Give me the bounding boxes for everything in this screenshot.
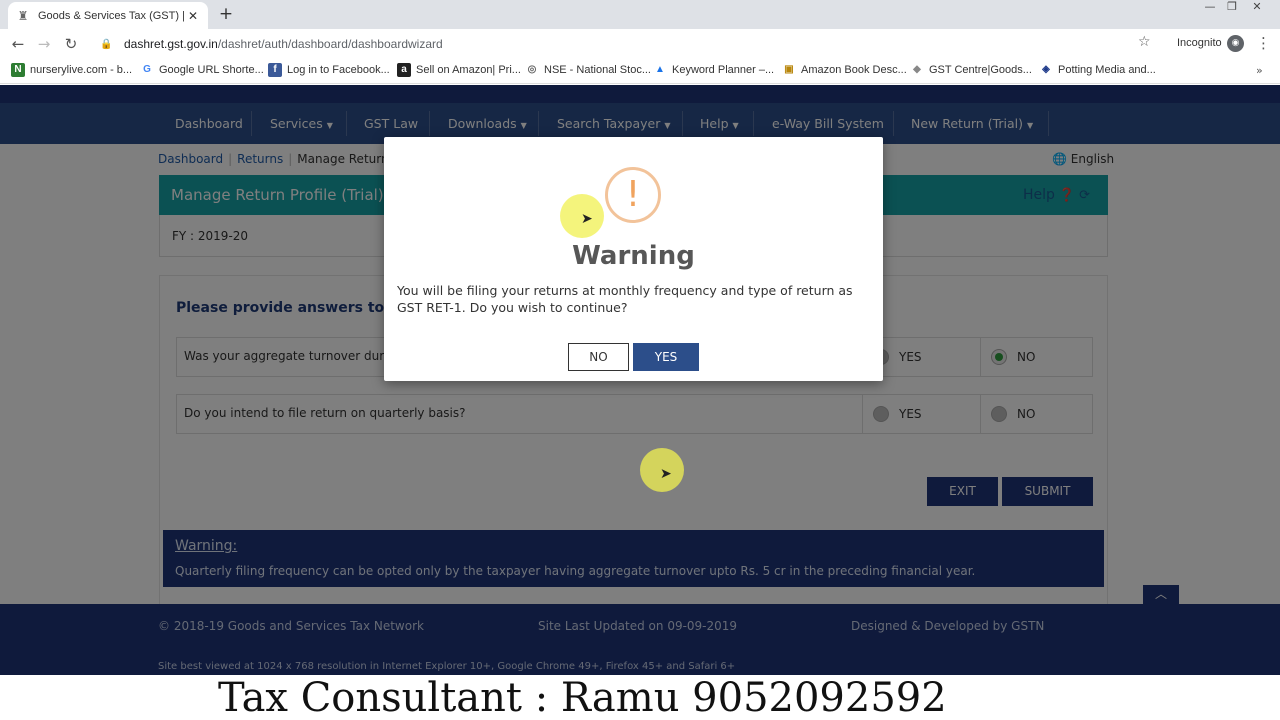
book-icon: ▣ <box>782 63 796 77</box>
restore-icon[interactable]: ❐ <box>1221 0 1243 16</box>
dialog-title: Warning <box>572 241 695 271</box>
banner-text: Tax Consultant : Ramu 9052092592 <box>218 675 947 720</box>
url-host: dashret.gst.gov.in <box>124 37 218 51</box>
bookmark-item[interactable]: Nnurserylive.com - b... <box>11 63 132 77</box>
more-bookmarks-icon[interactable]: » <box>1256 64 1263 77</box>
browser-tab[interactable]: ♜ Goods & Services Tax (GST) | User Dash… <box>8 2 208 29</box>
address-bar[interactable]: 🔒 dashret.gst.gov.in/dashret/auth/dashbo… <box>92 33 1162 55</box>
back-icon[interactable]: ← <box>7 34 29 54</box>
url-text: dashret.gst.gov.in/dashret/auth/dashboar… <box>124 37 443 51</box>
bookmark-label: nurserylive.com - b... <box>30 64 133 76</box>
bookmarks-bar: Nnurserylive.com - b... G Google URL Shor… <box>0 59 1280 84</box>
consultant-banner: Tax Consultant : Ramu 9052092592 <box>0 675 1280 720</box>
globe-icon: ◎ <box>525 63 539 77</box>
incognito-icon[interactable]: ◉ <box>1227 35 1244 52</box>
browser-toolbar: ← → ↻ 🔒 dashret.gst.gov.in/dashret/auth/… <box>0 29 1280 59</box>
bookmark-item[interactable]: ◆ GST Centre|Goods... <box>910 63 1032 77</box>
bookmark-item[interactable]: ◎ NSE - National Stoc... <box>525 63 651 77</box>
gst-centre-icon: ◆ <box>910 63 924 77</box>
bookmark-label: Log in to Facebook... <box>287 64 390 76</box>
tab-title: Goods & Services Tax (GST) | User Dashbo… <box>38 9 186 22</box>
bookmark-label: Amazon Book Desc... <box>801 64 907 76</box>
bookmark-item[interactable]: ▲ Keyword Planner –... <box>653 63 774 77</box>
facebook-icon: f <box>268 63 282 77</box>
bookmark-label: Potting Media and... <box>1058 64 1156 76</box>
cursor-arrow-icon: ➤ <box>581 211 593 227</box>
bookmark-item[interactable]: a Sell on Amazon| Pri... <box>397 63 521 77</box>
bookmark-label: Keyword Planner –... <box>672 64 775 76</box>
bookmark-label: Google URL Shorte... <box>159 64 264 76</box>
forward-icon[interactable]: → <box>33 34 55 54</box>
close-tab-icon[interactable]: ✕ <box>186 9 200 23</box>
nurserylive-icon: N <box>11 63 25 77</box>
exclamation-icon: ! <box>605 167 661 223</box>
google-icon: G <box>140 63 154 77</box>
bookmark-label: Sell on Amazon| Pri... <box>416 64 521 76</box>
dialog-yes-button[interactable]: YES <box>633 343 699 371</box>
minimize-icon[interactable]: — <box>1199 0 1221 16</box>
close-window-icon[interactable]: ✕ <box>1246 0 1268 16</box>
dialog-message: You will be filing your returns at month… <box>397 283 853 315</box>
bookmark-item[interactable]: ▣ Amazon Book Desc... <box>782 63 907 77</box>
reload-icon[interactable]: ↻ <box>60 34 82 54</box>
bookmark-star-icon[interactable]: ☆ <box>1138 34 1151 50</box>
gst-emblem-icon: ♜ <box>17 8 29 23</box>
bookmark-label: NSE - National Stoc... <box>544 64 651 76</box>
bookmark-label: GST Centre|Goods... <box>929 64 1032 76</box>
bookmark-item[interactable]: G Google URL Shorte... <box>140 63 264 77</box>
google-ads-icon: ▲ <box>653 63 667 77</box>
warning-dialog: ! Warning You will be filing your return… <box>384 137 883 381</box>
url-path: /dashret/auth/dashboard/dashboardwizard <box>217 37 443 51</box>
new-tab-button[interactable]: + <box>216 4 236 24</box>
bookmark-item[interactable]: ◈ Potting Media and... <box>1039 63 1156 77</box>
shield-icon: ◈ <box>1039 63 1053 77</box>
lock-icon: 🔒 <box>100 38 113 50</box>
browser-tabstrip: ♜ Goods & Services Tax (GST) | User Dash… <box>0 0 1280 29</box>
dialog-no-button[interactable]: NO <box>568 343 629 371</box>
cursor-arrow-icon: ➤ <box>660 466 672 482</box>
incognito-label: Incognito <box>1177 37 1222 49</box>
bookmark-item[interactable]: f Log in to Facebook... <box>268 63 390 77</box>
browser-menu-icon[interactable]: ⋮ <box>1256 34 1271 52</box>
amazon-icon: a <box>397 63 411 77</box>
